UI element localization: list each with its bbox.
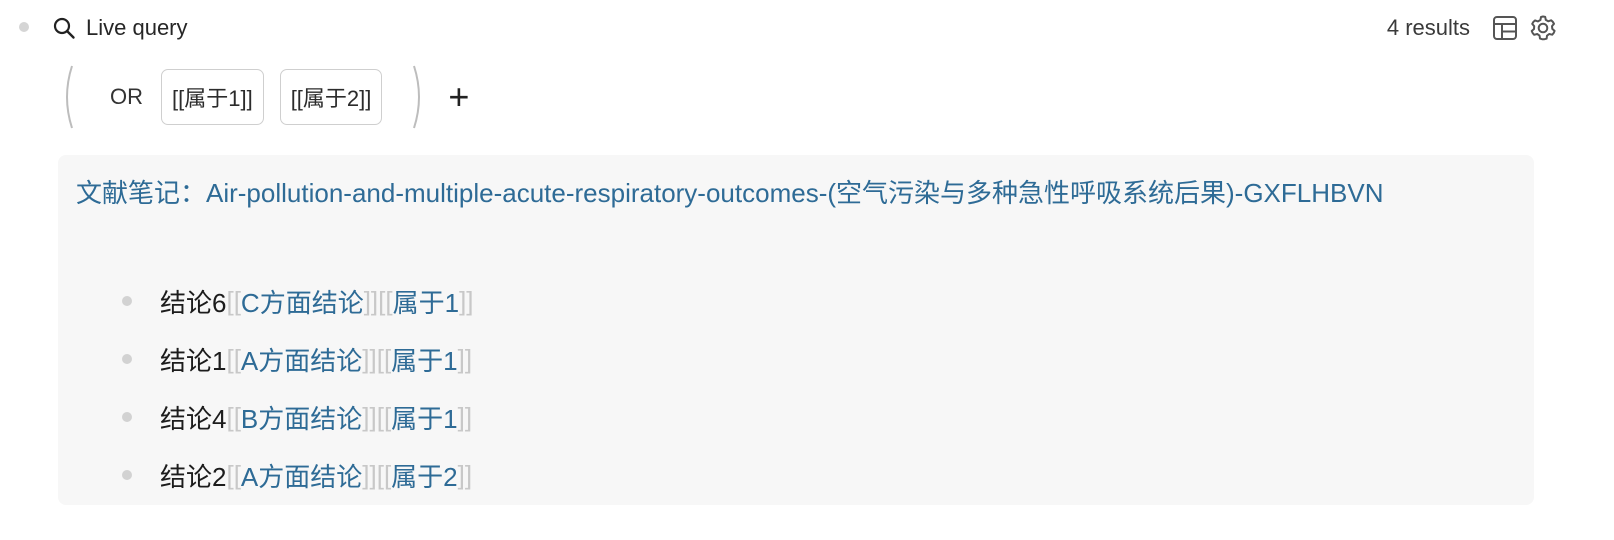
result-block[interactable]: 结论4 [[ B方面结论 ]] [[ 属于1 ]] bbox=[122, 388, 474, 446]
block-bullet[interactable] bbox=[122, 296, 132, 306]
block-text: 结论1 bbox=[160, 345, 227, 376]
result-page-title[interactable]: 文献笔记：Air-pollution-and-multiple-acute-re… bbox=[76, 175, 1516, 212]
ref-open-bracket: [[ bbox=[226, 401, 241, 432]
page-ref[interactable]: A方面结论 bbox=[241, 341, 362, 378]
page-ref[interactable]: 属于1 bbox=[393, 283, 459, 320]
query-filter: OR [[属于1]] [[属于2]] + bbox=[60, 62, 469, 132]
ref-open-bracket: [[ bbox=[376, 343, 392, 374]
block-bullet[interactable] bbox=[122, 412, 132, 422]
ref-close-bracket: ]] bbox=[362, 459, 377, 490]
page-ref[interactable]: 属于2 bbox=[391, 457, 457, 494]
gear-icon[interactable] bbox=[1528, 13, 1558, 43]
ref-close-bracket: ]] bbox=[457, 343, 473, 374]
operator-label[interactable]: OR bbox=[110, 84, 143, 110]
block-text: 结论6 bbox=[160, 287, 227, 318]
ref-close-bracket: ]] bbox=[362, 401, 377, 432]
block-bullet[interactable] bbox=[122, 354, 132, 364]
ref-open-bracket: [[ bbox=[226, 285, 241, 316]
page-ref[interactable]: 属于1 bbox=[391, 341, 457, 378]
result-block[interactable]: 结论6 [[ C方面结论 ]] [[ 属于1 ]] bbox=[122, 272, 474, 330]
filter-chip-2[interactable]: [[属于2]] bbox=[279, 69, 383, 125]
ref-open-bracket: [[ bbox=[376, 459, 392, 490]
block-bullet[interactable] bbox=[122, 470, 132, 480]
result-block[interactable]: 结论1 [[ A方面结论 ]] [[ 属于1 ]] bbox=[122, 330, 474, 388]
ref-close-bracket: ]] bbox=[459, 285, 474, 316]
block-text: 结论4 bbox=[160, 403, 227, 434]
open-paren bbox=[60, 64, 74, 130]
ref-open-bracket: [[ bbox=[376, 401, 392, 432]
ref-open-bracket: [[ bbox=[226, 459, 241, 490]
page-ref[interactable]: B方面结论 bbox=[241, 399, 362, 436]
block-text: 结论2 bbox=[160, 461, 227, 492]
filter-chip-1[interactable]: [[属于1]] bbox=[161, 69, 264, 125]
ref-close-bracket: ]] bbox=[457, 459, 473, 490]
ref-open-bracket: [[ bbox=[378, 285, 393, 316]
page-ref[interactable]: A方面结论 bbox=[241, 457, 362, 494]
block-bullet[interactable] bbox=[19, 22, 29, 32]
ref-close-bracket: ]] bbox=[362, 343, 377, 374]
results-count: 4 results bbox=[1386, 15, 1470, 40]
search-icon bbox=[52, 16, 76, 40]
query-controls: 4 results bbox=[1387, 12, 1558, 44]
close-paren bbox=[412, 64, 426, 130]
ref-close-bracket: ]] bbox=[457, 401, 473, 432]
page-ref[interactable]: C方面结论 bbox=[241, 283, 364, 320]
result-block[interactable]: 结论2 [[ A方面结论 ]] [[ 属于2 ]] bbox=[122, 446, 474, 504]
results-panel: 文献笔记：Air-pollution-and-multiple-acute-re… bbox=[58, 155, 1534, 505]
add-filter-button[interactable]: + bbox=[448, 79, 469, 115]
query-header: Live query bbox=[52, 12, 188, 44]
query-title: Live query bbox=[86, 15, 188, 40]
result-block-list: 结论6 [[ C方面结论 ]] [[ 属于1 ]] 结论1 [[ A方面结论 ]… bbox=[122, 272, 474, 504]
ref-open-bracket: [[ bbox=[226, 343, 241, 374]
page-ref[interactable]: 属于1 bbox=[391, 399, 457, 436]
table-icon[interactable] bbox=[1490, 13, 1520, 43]
ref-close-bracket: ]] bbox=[363, 285, 379, 316]
